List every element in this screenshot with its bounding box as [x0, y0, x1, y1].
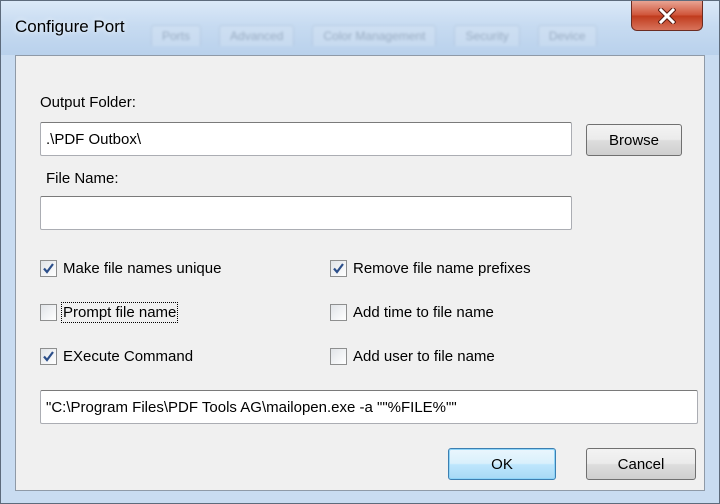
background-tab: Ports	[151, 25, 202, 46]
make-unique-checkbox[interactable]	[40, 260, 57, 277]
prompt-file-name-option[interactable]: Prompt file name	[40, 302, 179, 323]
close-button[interactable]	[631, 1, 703, 31]
remove-prefixes-checkbox[interactable]	[330, 260, 347, 277]
background-tab: Color Management	[312, 25, 437, 46]
remove-prefixes-option[interactable]: Remove file name prefixes	[330, 260, 531, 277]
configure-port-window: Ports Advanced Color Management Security…	[0, 0, 720, 504]
output-folder-input[interactable]	[40, 122, 572, 156]
prompt-file-name-checkbox[interactable]	[40, 304, 57, 321]
add-user-label: Add user to file name	[353, 348, 495, 365]
close-icon	[658, 7, 676, 24]
title-bar[interactable]: Ports Advanced Color Management Security…	[1, 1, 719, 55]
command-input[interactable]	[40, 390, 698, 424]
add-time-checkbox[interactable]	[330, 304, 347, 321]
ok-button[interactable]: OK	[448, 448, 556, 480]
add-user-checkbox[interactable]	[330, 348, 347, 365]
checkmark-icon	[43, 351, 54, 362]
remove-prefixes-label: Remove file name prefixes	[353, 260, 531, 277]
file-name-input[interactable]	[40, 196, 572, 230]
output-folder-label: Output Folder:	[40, 94, 136, 111]
dialog-body: Output Folder: Browse File Name: Make fi…	[15, 55, 705, 491]
window-title: Configure Port	[15, 17, 125, 36]
background-tab: Device	[537, 25, 597, 46]
browse-button[interactable]: Browse	[586, 124, 682, 156]
add-time-option[interactable]: Add time to file name	[330, 304, 494, 321]
make-unique-option[interactable]: Make file names unique	[40, 260, 221, 277]
execute-command-option[interactable]: EXecute Command	[40, 348, 193, 365]
execute-command-label: EXecute Command	[63, 348, 194, 365]
background-tab: Security	[454, 25, 520, 46]
prompt-file-name-label: Prompt file name	[60, 302, 179, 323]
file-name-label: File Name:	[46, 170, 119, 187]
make-unique-label: Make file names unique	[63, 260, 222, 277]
background-tab: Advanced	[219, 25, 295, 46]
cancel-button[interactable]: Cancel	[586, 448, 696, 480]
background-tabs: Ports Advanced Color Management Security…	[151, 25, 597, 46]
execute-command-checkbox[interactable]	[40, 348, 57, 365]
add-user-option[interactable]: Add user to file name	[330, 348, 495, 365]
checkmark-icon	[43, 263, 54, 274]
add-time-label: Add time to file name	[353, 304, 494, 321]
checkmark-icon	[333, 263, 344, 274]
